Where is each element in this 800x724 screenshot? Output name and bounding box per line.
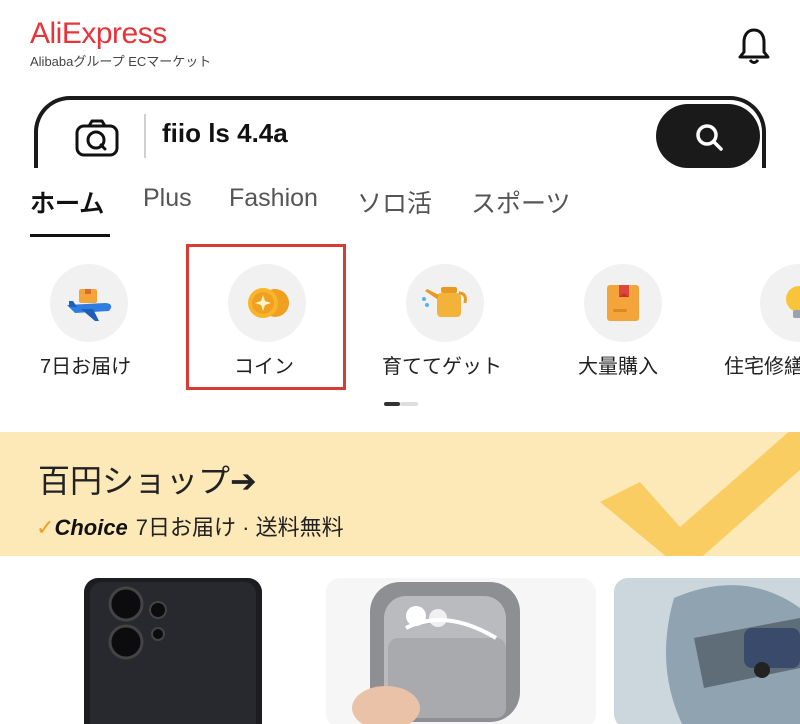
- search-button[interactable]: [656, 104, 760, 168]
- indicator-active: [384, 402, 400, 406]
- category-label: 大量購入: [578, 356, 658, 378]
- choice-label: Choice: [54, 515, 128, 540]
- checkmark-graphic-icon: [600, 432, 800, 556]
- product-card[interactable]: [22, 578, 306, 724]
- quick-categories: 7日お届け コイン 育ててゲット 大量購入 住宅修繕: [0, 260, 800, 390]
- category-7day-delivery[interactable]: 7日お届け: [30, 260, 170, 380]
- category-tabs: ホーム Plus Fashion ソロ活 スポーツ: [30, 178, 800, 242]
- search-icon: [696, 124, 723, 151]
- active-tab-indicator: [30, 234, 110, 237]
- logo-text: AliExpress: [30, 17, 167, 50]
- category-home-repair[interactable]: 住宅修繕: [724, 260, 800, 380]
- delivery-plane-icon: [50, 264, 128, 342]
- banner-info: 7日お届け · 送料無料: [135, 515, 344, 540]
- search-input[interactable]: fiio ls 4.4a: [162, 118, 288, 149]
- tab-solo[interactable]: ソロ活: [357, 184, 432, 220]
- indicator-rest: [400, 402, 418, 406]
- tab-sports[interactable]: スポーツ: [471, 184, 571, 220]
- banner-title: 百円ショップ➔: [38, 463, 257, 499]
- search-divider: [144, 114, 146, 158]
- carousel-indicator: [384, 402, 420, 406]
- tab-fashion[interactable]: Fashion: [229, 184, 318, 213]
- tab-home[interactable]: ホーム: [30, 184, 104, 220]
- category-label: 育ててゲット: [382, 356, 502, 378]
- highlight-frame: [186, 244, 346, 390]
- earbuds-case-image: [352, 582, 520, 724]
- phone-case-image: [84, 578, 262, 724]
- category-label: 7日お届け: [40, 356, 132, 378]
- category-bulk-buy[interactable]: 大量購入: [564, 260, 704, 380]
- tab-plus[interactable]: Plus: [143, 184, 192, 213]
- product-feed: [0, 578, 800, 724]
- check-icon: ✓: [36, 516, 55, 541]
- camera-icon[interactable]: [74, 118, 120, 158]
- package-box-icon: [584, 264, 662, 342]
- app-header: AliExpress Alibabaグループ ECマーケット: [0, 0, 800, 90]
- search-bar[interactable]: fiio ls 4.4a: [34, 96, 766, 168]
- logo-subtitle: Alibabaグループ ECマーケット: [30, 54, 212, 69]
- promo-banner[interactable]: 百円ショップ➔ ✓Choice 7日お届け · 送料無料: [0, 432, 800, 556]
- category-label: 住宅修繕: [724, 356, 800, 378]
- brand-logo[interactable]: AliExpress Alibabaグループ ECマーケット: [30, 16, 211, 70]
- lightbulb-icon: [760, 264, 800, 342]
- bell-icon[interactable]: [736, 26, 772, 66]
- watering-can-icon: [406, 264, 484, 342]
- category-grow-get[interactable]: 育ててゲット: [378, 260, 518, 380]
- product-card[interactable]: [326, 578, 596, 724]
- banner-subtitle: ✓Choice 7日お届け · 送料無料: [36, 510, 344, 541]
- product-card[interactable]: [614, 578, 800, 724]
- car-mirror-image: [614, 578, 800, 724]
